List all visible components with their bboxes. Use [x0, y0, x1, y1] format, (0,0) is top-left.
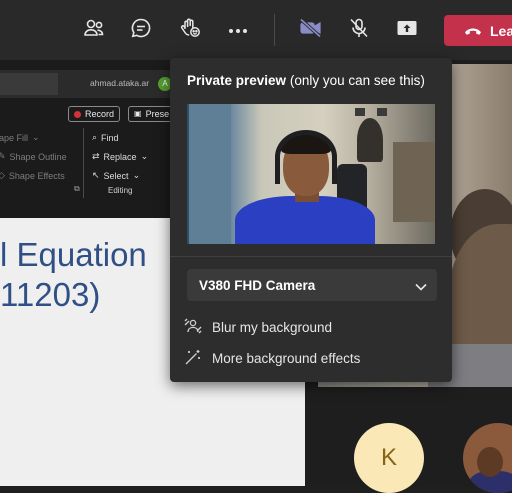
find-item: ⌕ Find	[92, 132, 119, 143]
slide-title-line-1: l Equation	[0, 236, 147, 273]
slide-title-line-2: 11203)	[0, 276, 101, 313]
find-icon: ⌕	[92, 132, 98, 142]
shape-outline-item: ✎ Shape Outline	[0, 151, 67, 162]
present-icon: ▣	[134, 109, 142, 118]
raise-hand-icon	[179, 17, 201, 44]
ribbon-separator	[83, 128, 84, 198]
record-label: Record	[85, 109, 115, 119]
dropdown-arrow-icon: ⌄	[132, 170, 141, 180]
camera-toggle-button[interactable]	[295, 14, 327, 46]
ppt-search-box	[0, 73, 58, 95]
more-effects-option[interactable]: More background effects	[184, 347, 360, 369]
preview-person-shirt	[235, 196, 375, 244]
popup-title: Private preview (only you can see this)	[187, 73, 425, 88]
people-icon	[83, 18, 105, 43]
popup-divider	[170, 256, 452, 257]
hang-up-icon	[465, 28, 481, 35]
shape-effects-icon: ◇	[0, 170, 5, 180]
chat-icon	[130, 17, 152, 44]
preview-picture-frame	[355, 108, 365, 116]
shape-effects-label: Shape Effects	[8, 170, 65, 181]
raise-hand-button[interactable]	[174, 14, 206, 46]
record-icon	[74, 110, 81, 118]
leave-button[interactable]: Lea	[444, 15, 512, 46]
leave-label: Lea	[490, 22, 512, 39]
select-label: Select	[103, 170, 129, 181]
preview-headset	[275, 130, 337, 184]
toolbar-divider	[274, 14, 275, 46]
preview-room-door	[189, 104, 231, 244]
mic-off-icon	[348, 17, 370, 44]
preview-mirror	[357, 118, 383, 162]
shape-outline-label: Shape Outline	[9, 151, 67, 162]
meeting-toolbar: Lea	[0, 0, 512, 60]
ppt-user-name: ahmad.ataka.ar	[90, 78, 150, 88]
blur-background-label: Blur my background	[212, 319, 333, 335]
chevron-down-icon	[415, 279, 427, 294]
shape-fill-item: Shape Fill ⌄	[0, 132, 40, 143]
preview-shelf	[393, 142, 435, 222]
select-item: ↖ Select ⌄	[92, 170, 140, 181]
magic-wand-icon	[184, 349, 202, 368]
preview-picture-frame	[377, 108, 387, 116]
camera-select-dropdown[interactable]: V380 FHD Camera	[187, 269, 437, 301]
replace-item: ⇄ Replace ⌄	[92, 151, 148, 162]
more-options-button[interactable]	[222, 14, 254, 46]
blur-background-icon	[184, 318, 202, 337]
replace-label: Replace	[103, 151, 137, 162]
record-button: Record	[68, 106, 121, 122]
replace-icon: ⇄	[92, 151, 100, 161]
present-button: ▣ Prese	[128, 106, 175, 122]
popup-title-note: (only you can see this)	[289, 73, 425, 88]
microphone-toggle-button[interactable]	[343, 14, 375, 46]
share-screen-button[interactable]	[391, 14, 423, 46]
popup-title-bold: Private preview	[187, 73, 287, 88]
participant-avatar-k[interactable]: K	[354, 423, 424, 493]
find-label: Find	[101, 132, 119, 143]
present-label: Prese	[145, 109, 170, 119]
more-effects-label: More background effects	[212, 350, 361, 366]
share-icon	[396, 18, 418, 43]
editing-group-label: Editing	[108, 186, 133, 195]
dropdown-arrow-icon: ⌄	[32, 132, 40, 142]
camera-preview-popup: Private preview (only you can see this) …	[170, 58, 452, 382]
shape-effects-item: ◇ Shape Effects	[0, 170, 65, 181]
camera-preview-video	[187, 104, 435, 244]
dropdown-arrow-icon: ⌄	[140, 151, 149, 161]
people-button[interactable]	[78, 14, 110, 46]
chat-button[interactable]	[125, 14, 157, 46]
dialog-launcher-icon: ⧉	[74, 184, 80, 193]
blur-background-option[interactable]: Blur my background	[184, 316, 332, 338]
participant-photo-face	[477, 447, 503, 477]
more-icon	[228, 21, 248, 39]
camera-select-value: V380 FHD Camera	[199, 277, 316, 293]
select-icon: ↖	[92, 170, 100, 180]
shape-fill-label: Shape Fill	[0, 132, 29, 143]
camera-off-icon	[299, 17, 323, 43]
shape-outline-icon: ✎	[0, 151, 6, 161]
